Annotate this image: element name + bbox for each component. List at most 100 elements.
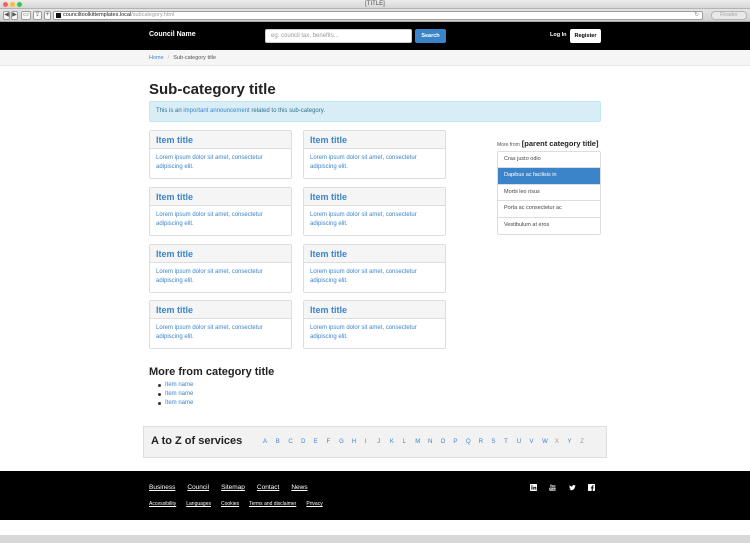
- a-to-z-letter-i[interactable]: I: [365, 439, 378, 445]
- search-input[interactable]: eg. council tax, benefits...: [265, 29, 412, 43]
- reader-button[interactable]: Reader: [711, 11, 747, 20]
- a-to-z-letter-f[interactable]: F: [326, 439, 339, 445]
- breadcrumb-home-link[interactable]: Home: [149, 55, 164, 61]
- a-to-z-letter-z: Z: [580, 439, 584, 445]
- more-from-list: Item name Item name Item name: [158, 381, 193, 408]
- a-to-z-letters: ABCDEFGHIJKLMNOPQRSTUVWX YZ: [263, 439, 593, 445]
- breadcrumb-current: Sub-category title: [173, 55, 217, 61]
- login-link[interactable]: Log In: [550, 32, 567, 38]
- item-card[interactable]: Item title Lorem ipsum dolor sit amet, c…: [149, 187, 292, 236]
- more-from-title: More from category title: [149, 366, 275, 378]
- announcement-link[interactable]: important announcement: [183, 108, 249, 114]
- footer-link-sitemap[interactable]: Sitemap: [221, 484, 245, 491]
- item-card[interactable]: Item title Lorem ipsum dolor sit amet, c…: [303, 130, 446, 179]
- item-card[interactable]: Item title Lorem ipsum dolor sit amet, c…: [303, 187, 446, 236]
- a-to-z-letter-e[interactable]: E: [314, 439, 327, 445]
- facebook-icon[interactable]: [588, 484, 595, 491]
- item-card-text[interactable]: Lorem ipsum dolor sit amet, consectetur …: [150, 319, 291, 347]
- a-to-z-letter-m[interactable]: M: [415, 439, 428, 445]
- announcement-text-after: related to this sub-category.: [249, 108, 325, 114]
- a-to-z-letter-l[interactable]: L: [403, 439, 416, 445]
- footer-link-accessibility[interactable]: Accessibility: [149, 501, 176, 507]
- a-to-z-letter-t[interactable]: T: [504, 439, 517, 445]
- a-to-z-letter-d[interactable]: D: [301, 439, 314, 445]
- item-card[interactable]: Item title Lorem ipsum dolor sit amet, c…: [149, 244, 292, 293]
- a-to-z-letter-v[interactable]: V: [529, 439, 542, 445]
- share-icon[interactable]: ⇪: [33, 11, 42, 20]
- a-to-z-letter-j[interactable]: J: [377, 439, 390, 445]
- youtube-icon[interactable]: You Tube: [549, 484, 556, 491]
- a-to-z-letter-u[interactable]: U: [517, 439, 530, 445]
- url-host: counciltoolkittemplates.local: [63, 12, 132, 18]
- footer-link-contact[interactable]: Contact: [257, 484, 279, 491]
- item-card[interactable]: Item title Lorem ipsum dolor sit amet, c…: [149, 300, 292, 349]
- item-card-title[interactable]: Item title: [304, 245, 445, 263]
- sidebar-item-active[interactable]: Dapibus ac facilisis in: [498, 168, 600, 185]
- url-bar[interactable]: counciltoolkittemplates.local/subcategor…: [53, 11, 703, 20]
- a-to-z-letter-k[interactable]: K: [390, 439, 403, 445]
- a-to-z-letter-o[interactable]: O: [441, 439, 454, 445]
- footer-link-privacy[interactable]: Privacy: [306, 501, 322, 507]
- footer-link-business[interactable]: Business: [149, 484, 175, 491]
- back-arrow-icon[interactable]: ◀: [3, 11, 10, 20]
- item-card-text[interactable]: Lorem ipsum dolor sit amet, consectetur …: [304, 149, 445, 177]
- reload-icon[interactable]: ↻: [694, 12, 699, 19]
- item-card-title[interactable]: Item title: [150, 245, 291, 263]
- item-card-title[interactable]: Item title: [304, 301, 445, 319]
- item-card-text[interactable]: Lorem ipsum dolor sit amet, consectetur …: [150, 149, 291, 177]
- sidebar-item[interactable]: Vestibulum at eros: [498, 218, 600, 234]
- a-to-z-letter-p[interactable]: P: [453, 439, 466, 445]
- more-from-item-link[interactable]: Item name: [158, 399, 193, 408]
- announcement-text-before: This is an: [156, 108, 184, 114]
- new-tab-icon[interactable]: +: [44, 11, 51, 20]
- item-card-text[interactable]: Lorem ipsum dolor sit amet, consectetur …: [304, 263, 445, 291]
- item-card-title[interactable]: Item title: [304, 188, 445, 206]
- sidebar-item[interactable]: Morbi leo risus: [498, 185, 600, 202]
- item-card-text[interactable]: Lorem ipsum dolor sit amet, consectetur …: [150, 263, 291, 291]
- a-to-z-letter-a[interactable]: A: [263, 439, 276, 445]
- a-to-z-letter-y[interactable]: Y: [568, 439, 581, 445]
- a-to-z-letter-r[interactable]: R: [479, 439, 492, 445]
- brand-logo[interactable]: Council Name: [149, 31, 196, 38]
- sidebar-toggle-icon[interactable]: ▭: [21, 11, 31, 20]
- a-to-z-letter-w[interactable]: W: [542, 439, 555, 445]
- sidebar-heading-title: [parent category title]: [521, 139, 599, 148]
- a-to-z-letter-g[interactable]: G: [339, 439, 352, 445]
- a-to-z-letter-s[interactable]: S: [491, 439, 504, 445]
- item-card-text[interactable]: Lorem ipsum dolor sit amet, consectetur …: [304, 206, 445, 234]
- a-to-z-letter-n[interactable]: N: [428, 439, 441, 445]
- a-to-z-letter-h[interactable]: H: [352, 439, 365, 445]
- announcement-alert: This is an important announcement relate…: [149, 101, 601, 122]
- breadcrumb-bar: Home / Sub-category title: [0, 50, 750, 66]
- item-card-title[interactable]: Item title: [150, 188, 291, 206]
- item-card[interactable]: Item title Lorem ipsum dolor sit amet, c…: [149, 130, 292, 179]
- sidebar-list: Cras justo odio Dapibus ac facilisis in …: [497, 151, 601, 235]
- footer-link-terms[interactable]: Terms and disclaimer: [249, 501, 296, 507]
- item-card-text[interactable]: Lorem ipsum dolor sit amet, consectetur …: [150, 206, 291, 234]
- footer-link-languages[interactable]: Languages: [186, 501, 211, 507]
- sidebar-heading: More from [parent category title]: [497, 139, 598, 148]
- register-button[interactable]: Register: [570, 29, 601, 43]
- item-card-text[interactable]: Lorem ipsum dolor sit amet, consectetur …: [304, 319, 445, 347]
- footer-link-cookies[interactable]: Cookies: [221, 501, 239, 507]
- item-card-title[interactable]: Item title: [304, 131, 445, 149]
- site-header: Council Name eg. council tax, benefits..…: [0, 22, 750, 50]
- a-to-z-letter-b[interactable]: B: [276, 439, 289, 445]
- twitter-icon[interactable]: [569, 484, 576, 491]
- more-from-item-link[interactable]: Item name: [158, 390, 193, 399]
- search-button[interactable]: Search: [415, 29, 446, 43]
- linkedin-icon[interactable]: [530, 484, 537, 491]
- a-to-z-letter-c[interactable]: C: [288, 439, 301, 445]
- footer-link-council[interactable]: Council: [187, 484, 209, 491]
- more-from-item-link[interactable]: Item name: [158, 381, 193, 390]
- a-to-z-letter-q[interactable]: Q: [466, 439, 479, 445]
- item-card[interactable]: Item title Lorem ipsum dolor sit amet, c…: [303, 244, 446, 293]
- item-card-title[interactable]: Item title: [150, 131, 291, 149]
- footer-link-news[interactable]: News: [291, 484, 307, 491]
- sidebar-heading-prefix: More from: [497, 142, 520, 148]
- sidebar-item[interactable]: Porta ac consectetur ac: [498, 201, 600, 218]
- sidebar-item[interactable]: Cras justo odio: [498, 152, 600, 169]
- forward-arrow-icon[interactable]: ▶: [11, 11, 18, 20]
- item-card[interactable]: Item title Lorem ipsum dolor sit amet, c…: [303, 300, 446, 349]
- item-card-title[interactable]: Item title: [150, 301, 291, 319]
